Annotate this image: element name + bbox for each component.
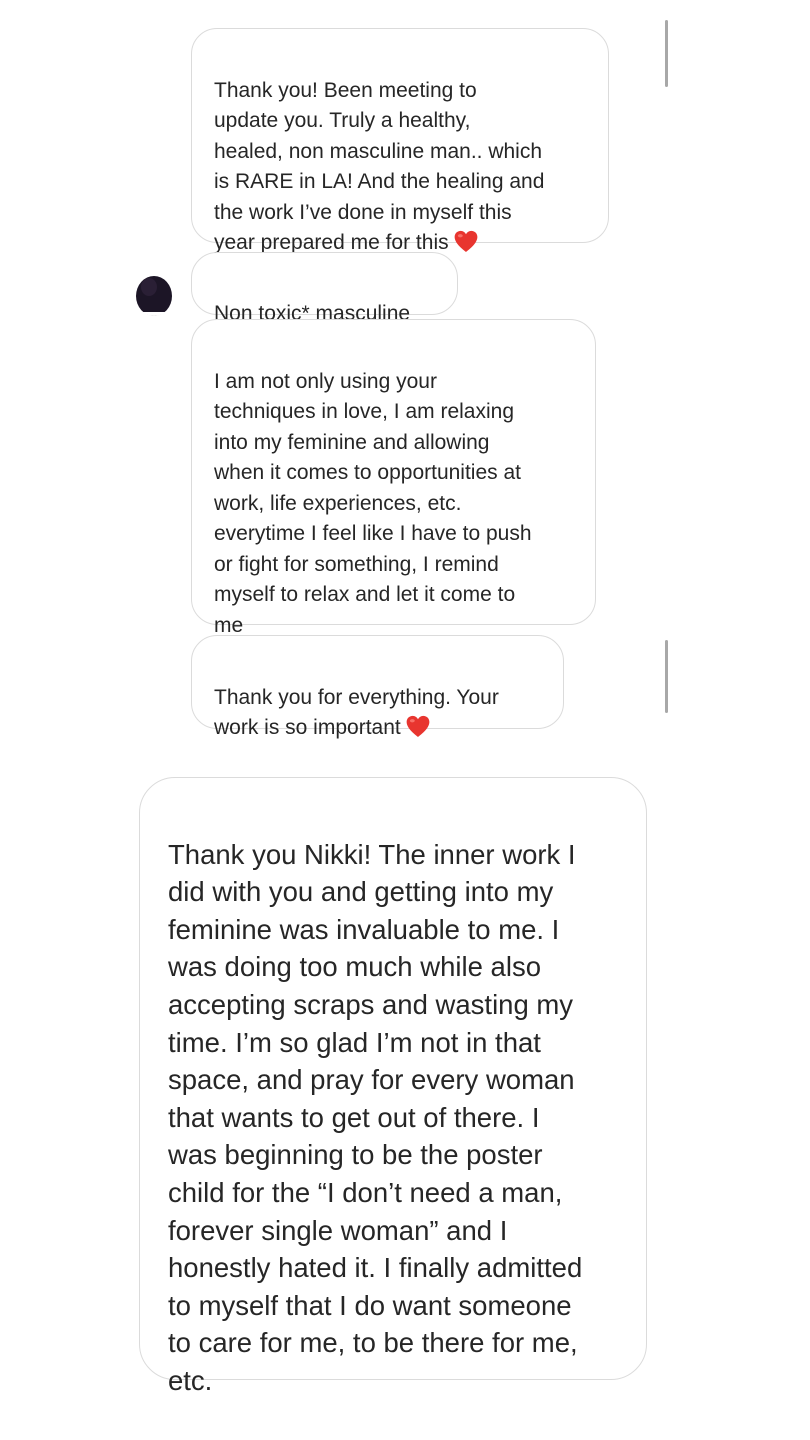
message-text-4: Thank you for everything. Your work is s… <box>214 685 499 740</box>
message-bubble-2[interactable]: Non toxic* masculine <box>191 252 458 325</box>
message-bubble-1[interactable]: Thank you! Been meeting to update you. T… <box>191 28 609 254</box>
scrollbar-middle[interactable] <box>665 640 668 713</box>
red-heart-emoji <box>454 230 477 252</box>
scrollbar-top[interactable] <box>665 20 668 87</box>
message-text-5: Thank you Nikki! The inner work I did wi… <box>168 838 583 1396</box>
message-text-3: I am not only using your techniques in l… <box>214 369 532 637</box>
message-bubble-5[interactable]: Thank you Nikki! The inner work I did wi… <box>139 777 647 1396</box>
user-avatar-icon[interactable] <box>133 272 175 316</box>
message-bubble-4[interactable]: Thank you for everything. Your work is s… <box>191 635 564 739</box>
red-heart-emoji <box>406 715 430 737</box>
avatar-silhouette <box>133 276 175 316</box>
message-text-1: Thank you! Been meeting to update you. T… <box>214 78 545 255</box>
message-bubble-3[interactable]: I am not only using your techniques in l… <box>191 319 596 637</box>
